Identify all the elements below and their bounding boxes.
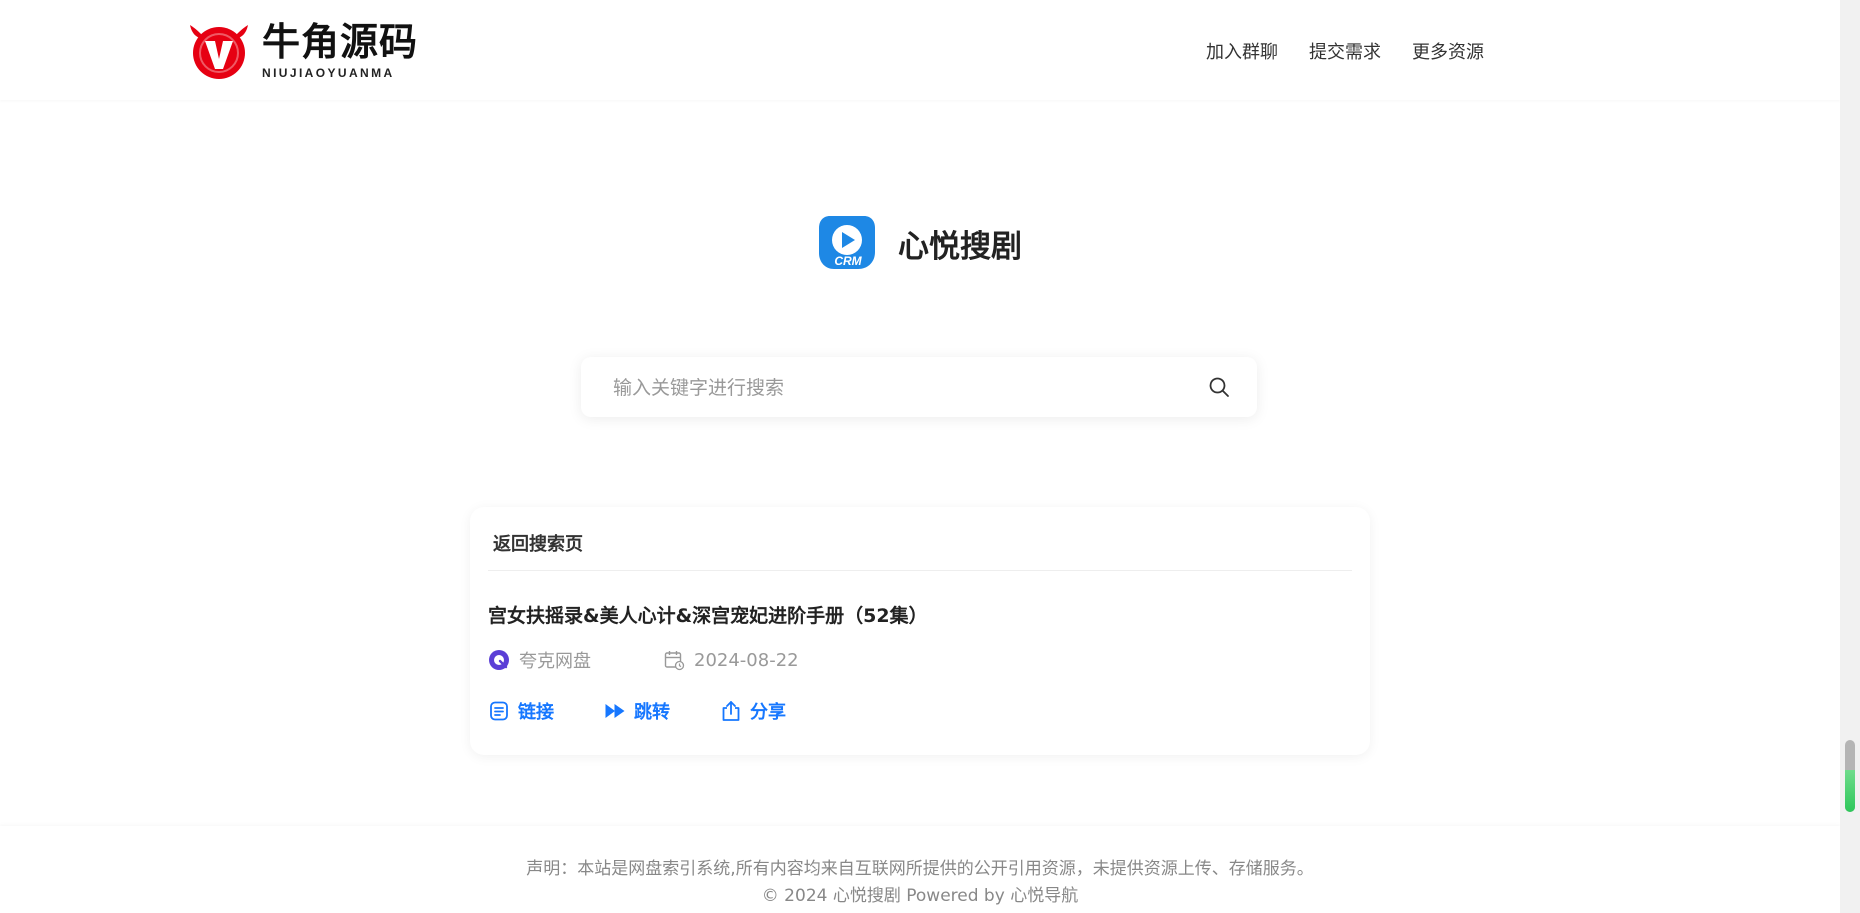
search-box [581, 357, 1257, 419]
site-header: 牛角源码 NIUJIAOYUANMA 加入群聊 提交需求 更多资源 [0, 0, 1840, 100]
result-title[interactable]: 宫女扶摇录&美人心计&深宫宠妃进阶手册（52集） [488, 601, 928, 628]
jump-label: 跳转 [634, 702, 670, 723]
logo-text: 牛角源码 NIUJIAOYUANMA [262, 19, 419, 81]
logo-name-en: NIUJIAOYUANMA [262, 66, 395, 80]
brand-name: 心悦搜剧 [898, 228, 1022, 265]
link-doc-icon [490, 701, 508, 721]
quark-drive-icon [489, 650, 509, 670]
result-date: 2024-08-22 [663, 649, 799, 671]
result-source: 夸克网盘 [488, 647, 591, 673]
logo-name-cn: 牛角源码 [262, 19, 419, 64]
share-icon [722, 701, 740, 721]
copy-link-label: 链接 [518, 702, 554, 723]
page: 牛角源码 NIUJIAOYUANMA 加入群聊 提交需求 更多资源 CRM 心悦… [0, 0, 1840, 913]
search-input[interactable] [611, 357, 1175, 419]
brand: CRM 心悦搜剧 [816, 212, 1022, 274]
back-to-search-link[interactable]: 返回搜索页 [493, 530, 583, 556]
site-footer: 声明：本站是网盘索引系统,所有内容均来自互联网所提供的公开引用资源，未提供资源上… [0, 826, 1840, 913]
search-icon[interactable] [1207, 375, 1231, 399]
copy-link-button[interactable]: 链接 [488, 698, 554, 724]
source-label: 夸克网盘 [519, 651, 591, 672]
share-label: 分享 [750, 702, 786, 723]
card-divider [488, 570, 1352, 571]
footer-disclaimer: 声明：本站是网盘索引系统,所有内容均来自互联网所提供的公开引用资源，未提供资源上… [526, 859, 1314, 879]
result-meta: 夸克网盘 2024-08-22 [488, 647, 799, 673]
footer-copyright: © 2024 心悦搜剧 Powered by 心悦导航 [761, 886, 1079, 906]
nav-more-resources[interactable]: 更多资源 [1412, 38, 1484, 64]
jump-button[interactable]: 跳转 [604, 698, 670, 724]
crm-play-logo-icon: CRM [819, 216, 875, 269]
scrollbar-thumb[interactable] [1845, 740, 1855, 812]
page-scrollbar[interactable] [1840, 0, 1860, 913]
scrollbar-thumb-accent [1845, 770, 1855, 812]
bull-horn-logo-icon [190, 25, 248, 79]
result-actions: 链接 跳转 分享 [488, 698, 786, 724]
nav-join-group[interactable]: 加入群聊 [1206, 38, 1278, 64]
nav-submit-request[interactable]: 提交需求 [1309, 38, 1381, 64]
fast-forward-icon [605, 704, 625, 718]
share-button[interactable]: 分享 [720, 698, 786, 724]
main-nav: 加入群聊 提交需求 更多资源 [1206, 38, 1484, 64]
result-card: 返回搜索页 宫女扶摇录&美人心计&深宫宠妃进阶手册（52集） 夸克网盘 2024… [470, 507, 1370, 755]
site-logo[interactable]: 牛角源码 NIUJIAOYUANMA [186, 18, 418, 82]
brand-icon-text: CRM [834, 254, 862, 268]
date-label: 2024-08-22 [694, 649, 799, 671]
calendar-icon [664, 651, 685, 671]
